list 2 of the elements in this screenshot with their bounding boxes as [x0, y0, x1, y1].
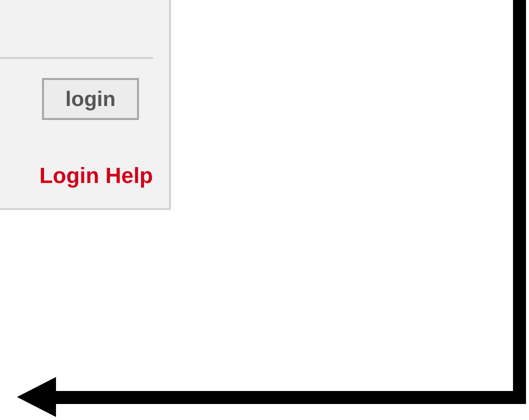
login-button[interactable]: login: [42, 78, 139, 120]
login-help-link[interactable]: Login Help: [39, 165, 169, 187]
